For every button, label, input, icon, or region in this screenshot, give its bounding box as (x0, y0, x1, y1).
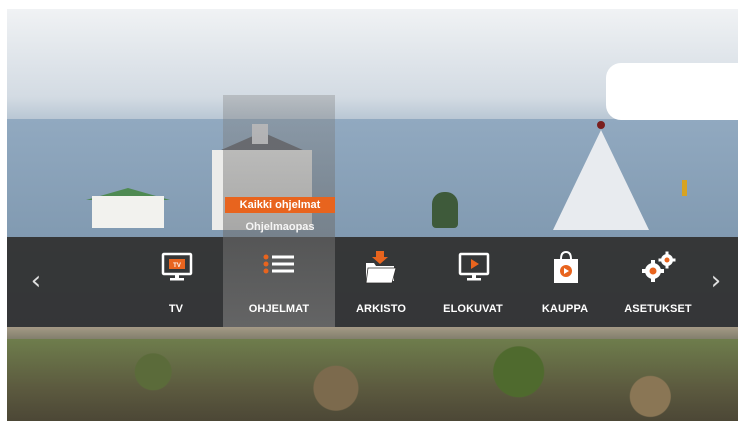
menu-item-label: OHJELMAT (248, 303, 310, 315)
menu-item-programs[interactable]: OHJELMAT (234, 245, 324, 323)
menu-item-settings[interactable]: ASETUKSET (613, 245, 703, 323)
scroll-left-arrow[interactable]: ‹ (24, 262, 48, 300)
menu-item-tv[interactable]: TV TV (131, 245, 221, 323)
tv-badge-text: TV (173, 263, 181, 269)
menu-item-label: ARKISTO (355, 303, 406, 315)
folder-icon (365, 251, 397, 284)
white-pyramid-marker (553, 130, 649, 230)
submenu-item-all-programs[interactable]: Kaikki ohjelmat (225, 197, 335, 213)
menu-item-label: ASETUKSET (624, 303, 692, 315)
menu-item-shop[interactable]: KAUPPA (520, 245, 610, 323)
small-house (92, 196, 164, 228)
menu-item-label: KAUPPA (541, 303, 589, 315)
tv-icon: TV (161, 252, 193, 281)
overlay-panel (606, 63, 745, 120)
pyramid-top (597, 121, 605, 129)
rocky-island (7, 339, 738, 421)
list-icon (263, 254, 294, 274)
menu-item-label: ELOKUVAT (443, 303, 503, 315)
buoy (682, 180, 687, 196)
gears-icon (642, 251, 676, 282)
shopping-bag-icon (554, 251, 578, 283)
menu-item-label: TV (168, 303, 184, 315)
submenu-item-program-guide[interactable]: Ohjelmaopas (225, 219, 335, 235)
menu-item-movies[interactable]: ELOKUVAT (428, 245, 518, 323)
tree (432, 192, 458, 228)
scroll-right-arrow[interactable]: › (704, 262, 728, 300)
menu-item-archive[interactable]: ARKISTO (336, 245, 426, 323)
movie-screen-icon (458, 252, 490, 281)
